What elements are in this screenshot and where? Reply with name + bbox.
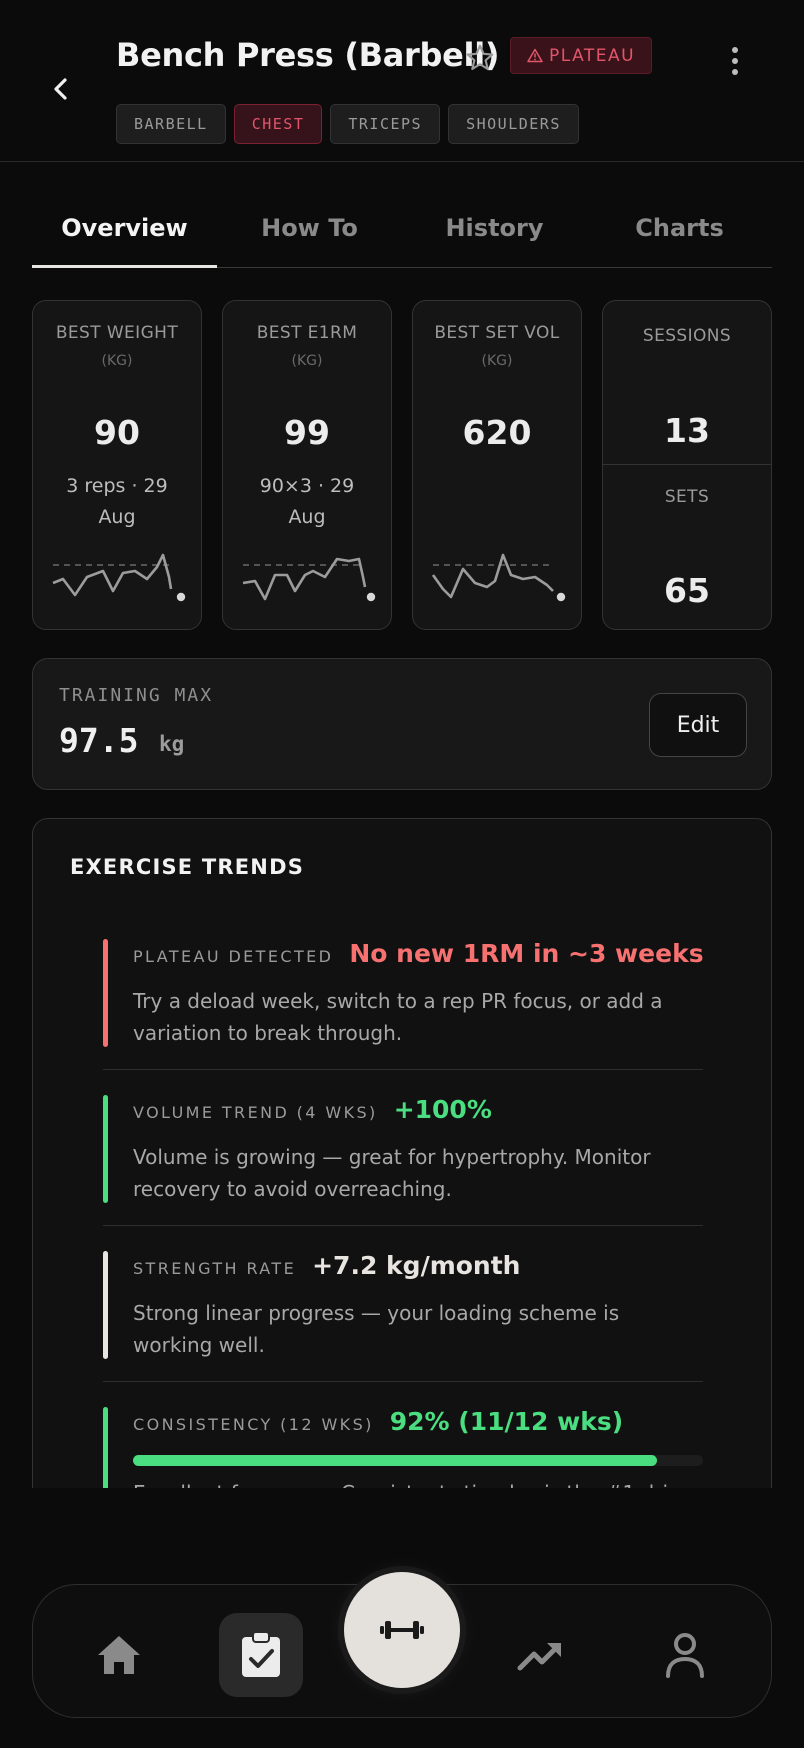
trend-description: Strong linear progress — your loading sc…	[133, 1301, 620, 1357]
nav-workouts[interactable]	[219, 1613, 303, 1697]
trend-indicator	[103, 1407, 108, 1488]
nav-home[interactable]	[77, 1613, 161, 1697]
trend-indicator	[103, 939, 108, 1047]
stat-unit: (KG)	[291, 353, 323, 369]
stat-detail: 3 reps · 29 Aug	[43, 471, 191, 533]
stat-value: 65	[664, 571, 710, 610]
trend-value: No new 1RM in ~3 weeks	[349, 939, 704, 968]
more-vertical-icon	[732, 47, 738, 53]
training-max-label: TRAINING MAX	[59, 685, 214, 706]
stat-label: BEST SET VOL	[434, 323, 560, 343]
chevron-left-icon	[54, 78, 67, 100]
trend-description: Try a deload week, switch to a rep PR fo…	[133, 989, 663, 1045]
tag-chest[interactable]: CHEST	[233, 104, 323, 144]
stat-value: 90	[94, 413, 140, 452]
page-title: Bench Press (Barbell)	[116, 36, 500, 74]
card-divider	[603, 464, 771, 465]
trend-value: +100%	[393, 1095, 492, 1124]
stat-label: BEST E1RM	[256, 323, 358, 343]
warning-triangle-icon	[527, 48, 543, 63]
user-icon	[666, 1633, 704, 1678]
trend-plateau: PLATEAU DETECTED No new 1RM in ~3 weeks …	[103, 939, 704, 1047]
training-max-card: TRAINING MAX 97.5 kg Edit	[32, 658, 772, 790]
stat-unit: (KG)	[101, 353, 133, 369]
trend-indicator	[103, 1095, 108, 1203]
stat-value: 620	[462, 413, 532, 452]
stat-unit: (KG)	[481, 353, 513, 369]
divider	[103, 1225, 703, 1226]
stats-grid: BEST WEIGHT (KG) 90 3 reps · 29 Aug BEST…	[32, 300, 772, 630]
stat-detail-line: 90×3 · 29	[259, 475, 355, 497]
stat-detail-line: Aug	[98, 506, 136, 528]
sparkline	[431, 553, 566, 602]
clipboard-check-icon	[242, 1631, 280, 1677]
trend-key: PLATEAU DETECTED	[133, 947, 334, 966]
trend-header: CONSISTENCY (12 WKS) 92% (11/12 wks)	[133, 1407, 623, 1436]
stat-label: SETS	[664, 487, 710, 507]
back-button[interactable]	[44, 72, 78, 106]
exercise-trends-card: EXERCISE TRENDS PLATEAU DETECTED No new …	[32, 818, 772, 1488]
tag-shoulders[interactable]: SHOULDERS	[448, 104, 579, 144]
best-weight-card[interactable]: BEST WEIGHT (KG) 90 3 reps · 29 Aug	[32, 300, 202, 630]
divider	[103, 1069, 703, 1070]
trend-header: PLATEAU DETECTED No new 1RM in ~3 weeks	[133, 939, 704, 968]
progress-fill	[133, 1455, 658, 1466]
tab-charts[interactable]: Charts	[587, 204, 772, 267]
trend-value: 92% (11/12 wks)	[389, 1407, 624, 1436]
sessions-sets-card[interactable]: SESSIONS 13 SETS 65	[602, 300, 772, 630]
stat-detail-line: 3 reps · 29	[66, 475, 168, 497]
best-e1rm-card[interactable]: BEST E1RM (KG) 99 90×3 · 29 Aug	[222, 300, 392, 630]
trend-consistency: CONSISTENCY (12 WKS) 92% (11/12 wks) Exc…	[103, 1407, 703, 1488]
stat-value: 13	[664, 411, 710, 450]
edit-training-max-button[interactable]: Edit	[649, 693, 747, 757]
trend-key: STRENGTH RATE	[133, 1259, 297, 1278]
trend-strength: STRENGTH RATE +7.2 kg/month Strong linea…	[103, 1251, 703, 1359]
app-header: Bench Press (Barbell) PLATEAU BARBELL CH…	[0, 0, 804, 162]
home-icon	[98, 1636, 140, 1674]
divider	[103, 1381, 703, 1382]
trend-description: Excellent frequency. Consistent stimulus…	[133, 1477, 703, 1488]
trending-up-icon	[517, 1643, 561, 1671]
trend-header: VOLUME TREND (4 WKS) +100%	[133, 1095, 492, 1124]
trend-value: +7.2 kg/month	[312, 1251, 521, 1280]
trend-header: STRENGTH RATE +7.2 kg/month	[133, 1251, 520, 1280]
trend-indicator	[103, 1251, 108, 1359]
consistency-progress-bar	[133, 1455, 703, 1466]
tab-history[interactable]: History	[402, 204, 587, 267]
sparkline	[242, 557, 376, 602]
trend-volume: VOLUME TREND (4 WKS) +100% Volume is gro…	[103, 1095, 703, 1203]
start-workout-button[interactable]	[344, 1572, 460, 1688]
more-vertical-icon-dot	[732, 58, 738, 64]
sparkline	[52, 553, 186, 602]
stat-label: SESSIONS	[642, 326, 732, 346]
status-badge: PLATEAU	[510, 37, 653, 74]
section-title: EXERCISE TRENDS	[70, 855, 305, 879]
tag-triceps[interactable]: TRICEPS	[330, 104, 441, 144]
tag-barbell[interactable]: BARBELL	[116, 104, 226, 144]
training-max-unit: kg	[159, 732, 185, 756]
more-vertical-icon-dot	[732, 69, 738, 75]
nav-profile[interactable]	[643, 1613, 727, 1697]
tab-bar: Overview How To History Charts	[32, 204, 772, 268]
muscle-tags: BARBELL CHEST TRICEPS SHOULDERS	[116, 104, 579, 144]
tab-how-to[interactable]: How To	[217, 204, 402, 267]
trend-key: VOLUME TREND (4 WKS)	[133, 1103, 378, 1122]
status-badge-label: PLATEAU	[549, 45, 636, 66]
stat-detail: 90×3 · 29 Aug	[233, 471, 381, 533]
more-menu-button[interactable]	[718, 44, 752, 78]
star-outline-icon[interactable]	[464, 42, 496, 74]
training-max-value: 97.5	[59, 721, 139, 760]
trend-key: CONSISTENCY (12 WKS)	[133, 1415, 374, 1434]
stat-detail-line: Aug	[288, 506, 326, 528]
nav-progress[interactable]	[499, 1613, 583, 1697]
tab-overview[interactable]: Overview	[32, 204, 217, 268]
trend-description: Volume is growing — great for hypertroph…	[133, 1145, 651, 1201]
dumbbell-icon	[380, 1621, 424, 1639]
stat-label: BEST WEIGHT	[55, 323, 179, 343]
best-set-vol-card[interactable]: BEST SET VOL (KG) 620	[412, 300, 582, 630]
stat-value: 99	[284, 413, 330, 452]
